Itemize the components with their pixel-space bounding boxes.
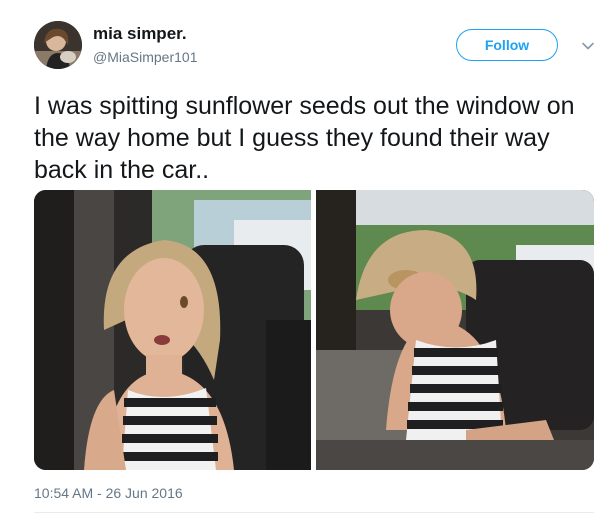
divider [34, 512, 594, 513]
tweet-text: I was spitting sunflower seeds out the w… [34, 92, 575, 184]
avatar[interactable] [34, 21, 82, 69]
tweet-photo-2[interactable] [316, 190, 594, 470]
follow-button[interactable]: Follow [456, 29, 558, 61]
tweet-photo-1[interactable] [34, 190, 311, 470]
user-handle[interactable]: @MiaSimper101 [93, 49, 197, 65]
chevron-down-icon[interactable] [580, 38, 596, 54]
display-name[interactable]: mia simper. [93, 24, 187, 44]
tweet: mia simper. @MiaSimper101 Follow I was s… [0, 0, 610, 515]
tweet-timestamp[interactable]: 10:54 AM - 26 Jun 2016 [34, 485, 183, 501]
